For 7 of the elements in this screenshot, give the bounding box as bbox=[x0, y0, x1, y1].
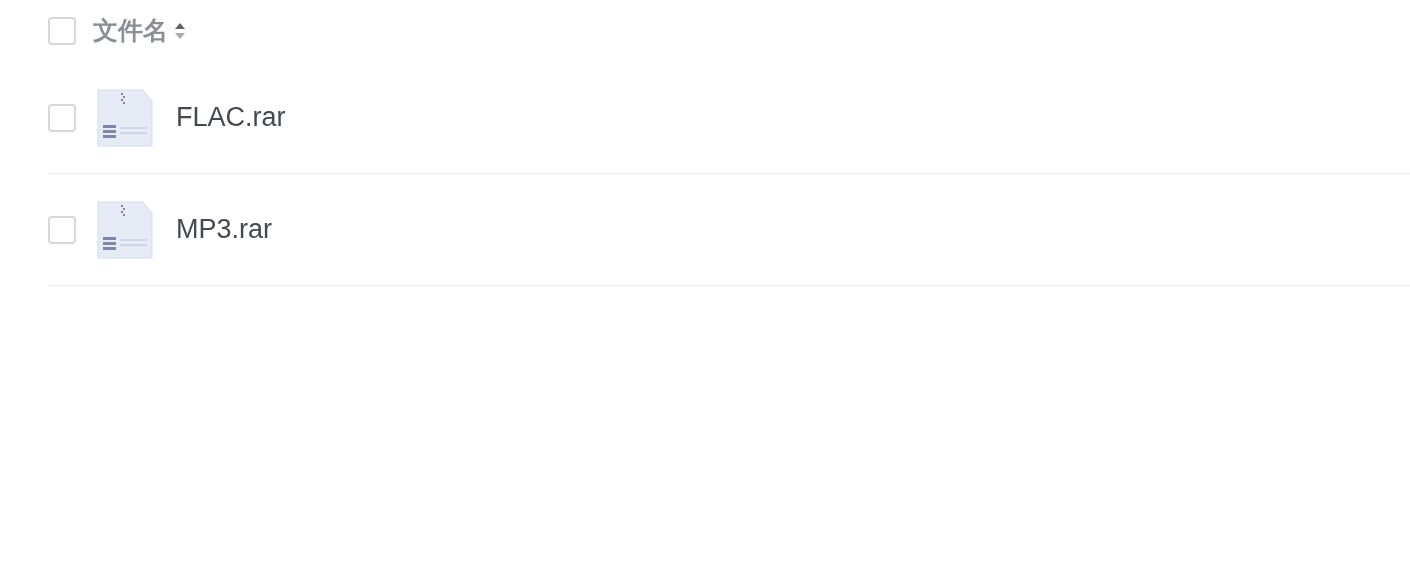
archive-file-icon bbox=[95, 200, 153, 259]
archive-file-icon bbox=[95, 88, 153, 147]
checkbox[interactable] bbox=[48, 215, 76, 244]
checkbox[interactable] bbox=[48, 17, 76, 45]
file-name[interactable]: FLAC.rar bbox=[176, 97, 286, 138]
file-name[interactable]: MP3.rar bbox=[176, 209, 273, 250]
checkbox[interactable] bbox=[48, 103, 76, 132]
